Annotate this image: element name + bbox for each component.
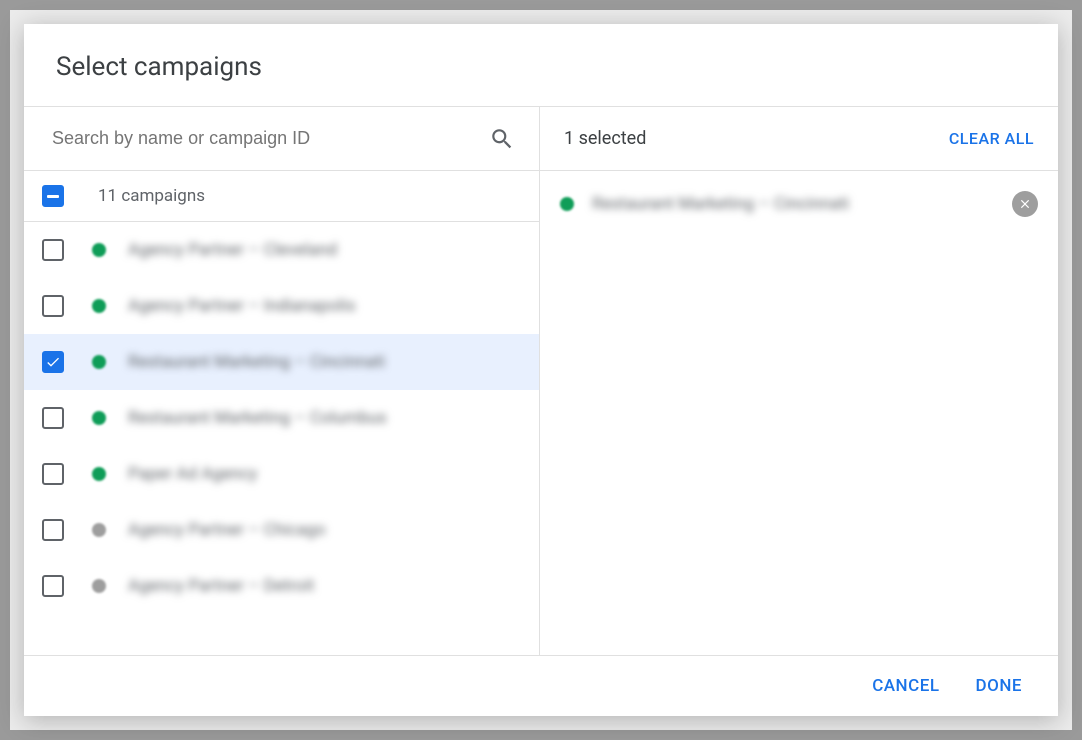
campaign-row-main: Agency Partner – Indianapolis <box>92 296 521 316</box>
campaign-checkbox[interactable] <box>42 239 64 261</box>
status-dot-icon <box>560 197 574 211</box>
campaign-row-label: Agency Partner – Detroit <box>128 576 314 596</box>
selected-count-label: 1 selected <box>564 128 949 149</box>
selected-row: Restaurant Marketing – Cincinnati <box>540 181 1058 227</box>
campaign-row-main: Agency Partner – Detroit <box>92 576 521 596</box>
selected-header: 1 selected CLEAR ALL <box>540 107 1058 171</box>
status-dot-icon <box>92 467 106 481</box>
campaign-checkbox[interactable] <box>42 295 64 317</box>
campaign-row-main: Agency Partner – Chicago <box>92 520 521 540</box>
campaign-checkbox[interactable] <box>42 407 64 429</box>
campaign-row[interactable]: Restaurant Marketing – Cincinnati <box>24 334 539 390</box>
campaign-count-label: 11 campaigns <box>98 186 205 206</box>
campaign-row-main: Agency Partner – Cleveland <box>92 240 521 260</box>
campaign-row[interactable]: Restaurant Marketing – Columbus <box>24 390 539 446</box>
dialog-title: Select campaigns <box>56 52 1026 82</box>
selected-pane: 1 selected CLEAR ALL Restaurant Marketin… <box>540 107 1058 655</box>
status-dot-icon <box>92 299 106 313</box>
selected-row-label: Restaurant Marketing – Cincinnati <box>592 194 994 214</box>
campaign-row[interactable]: Agency Partner – Chicago <box>24 502 539 558</box>
campaign-checkbox[interactable] <box>42 351 64 373</box>
remove-selected-button[interactable] <box>1012 191 1038 217</box>
campaign-row[interactable]: Agency Partner – Indianapolis <box>24 278 539 334</box>
clear-all-button[interactable]: CLEAR ALL <box>949 129 1034 148</box>
campaign-row-label: Agency Partner – Chicago <box>128 520 326 540</box>
status-dot-icon <box>92 243 106 257</box>
campaign-checkbox[interactable] <box>42 519 64 541</box>
cancel-button[interactable]: CANCEL <box>872 676 939 696</box>
status-dot-icon <box>92 523 106 537</box>
campaign-row-label: Agency Partner – Indianapolis <box>128 296 355 316</box>
done-button[interactable]: DONE <box>976 676 1022 696</box>
campaign-row[interactable]: Agency Partner – Cleveland <box>24 222 539 278</box>
campaign-row-main: Restaurant Marketing – Cincinnati <box>92 352 521 372</box>
campaign-list-header: 11 campaigns <box>24 171 539 222</box>
dialog-header: Select campaigns <box>24 24 1058 106</box>
dialog-footer: CANCEL DONE <box>24 655 1058 716</box>
select-campaigns-dialog: Select campaigns 11 campaigns Agency Par… <box>24 24 1058 716</box>
selected-list: Restaurant Marketing – Cincinnati <box>540 171 1058 237</box>
campaign-row-label: Agency Partner – Cleveland <box>128 240 337 260</box>
campaign-row-main: Paper Ad Agency <box>92 464 521 484</box>
select-all-checkbox[interactable] <box>42 185 64 207</box>
available-pane: 11 campaigns Agency Partner – ClevelandA… <box>24 107 540 655</box>
search-row <box>24 107 539 171</box>
campaign-row-label: Restaurant Marketing – Columbus <box>128 408 387 428</box>
campaign-list[interactable]: Agency Partner – Cleveland Agency Partner… <box>24 222 539 655</box>
close-icon <box>1018 197 1032 211</box>
dialog-body: 11 campaigns Agency Partner – ClevelandA… <box>24 106 1058 655</box>
campaign-checkbox[interactable] <box>42 463 64 485</box>
search-icon[interactable] <box>489 126 515 152</box>
campaign-row[interactable]: Paper Ad Agency <box>24 446 539 502</box>
campaign-row-label: Restaurant Marketing – Cincinnati <box>128 352 385 372</box>
campaign-row[interactable]: Agency Partner – Detroit <box>24 558 539 614</box>
campaign-row-label: Paper Ad Agency <box>128 464 257 484</box>
status-dot-icon <box>92 579 106 593</box>
status-dot-icon <box>92 355 106 369</box>
campaign-checkbox[interactable] <box>42 575 64 597</box>
campaign-row-main: Restaurant Marketing – Columbus <box>92 408 521 428</box>
search-input[interactable] <box>52 128 489 149</box>
status-dot-icon <box>92 411 106 425</box>
